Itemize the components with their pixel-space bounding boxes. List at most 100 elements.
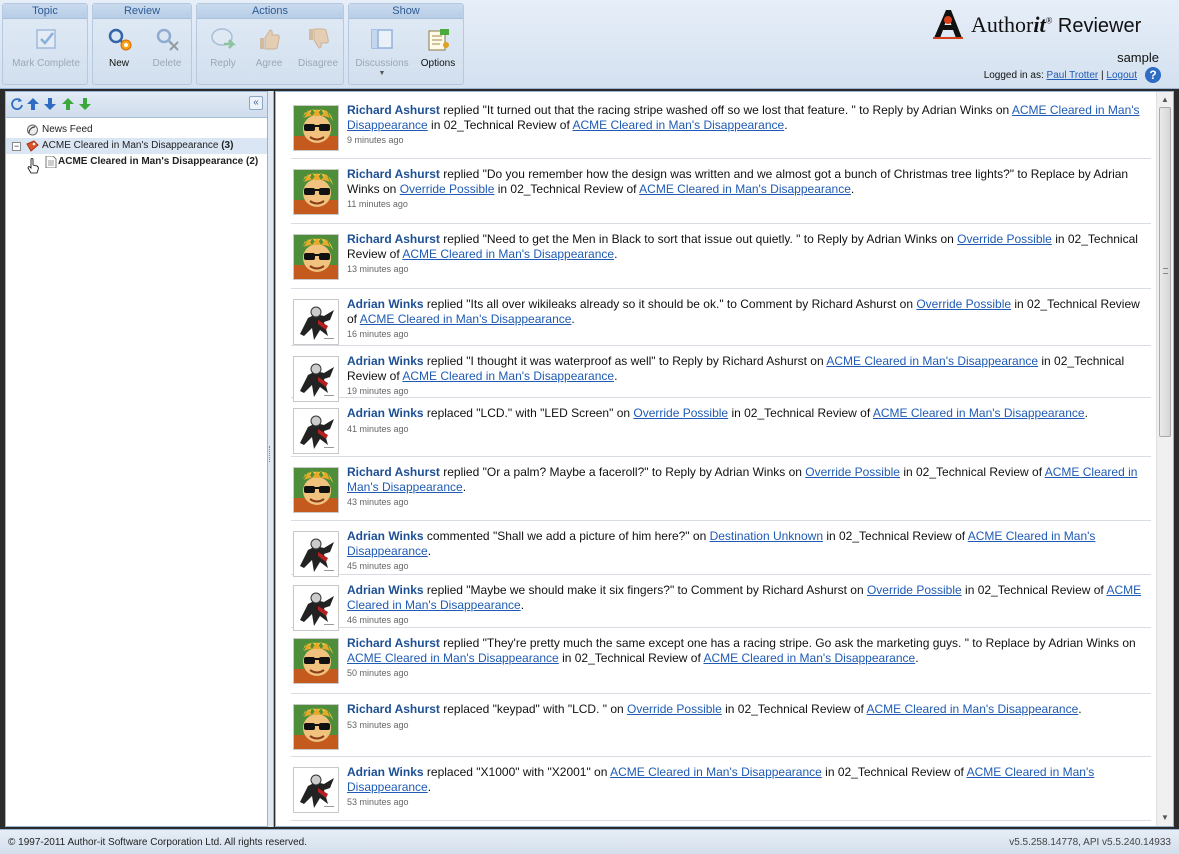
topic-link[interactable]: ACME Cleared in Man's Disappearance bbox=[347, 651, 559, 665]
topic-group-title: Topic bbox=[3, 4, 87, 19]
timestamp: 43 minutes ago bbox=[347, 497, 409, 507]
new-review-label: New bbox=[108, 58, 129, 69]
feed-scrollbar[interactable]: ▲ ▼ bbox=[1156, 92, 1173, 826]
feed-action-text: replaced "keypad" with "LCD. " on bbox=[439, 702, 628, 716]
topic-link[interactable]: Destination Unknown bbox=[710, 529, 823, 543]
scroll-up-icon[interactable]: ▲ bbox=[1157, 92, 1173, 108]
timestamp: 50 minutes ago bbox=[347, 668, 409, 678]
avatar bbox=[293, 638, 339, 684]
brand-name: Authorit® Reviewer bbox=[971, 12, 1142, 37]
tree-item-news-feed[interactable]: News Feed bbox=[6, 122, 267, 138]
topic-link[interactable]: Override Possible bbox=[633, 406, 728, 420]
feed-item: Adrian Winks replaced "LCD." with "LED S… bbox=[291, 398, 1151, 457]
refresh-icon[interactable] bbox=[10, 97, 24, 111]
timestamp: 45 minutes ago bbox=[347, 561, 409, 571]
richard-ashurst-avatar-icon bbox=[294, 235, 338, 279]
document-link[interactable]: ACME Cleared in Man's Disappearance bbox=[873, 406, 1085, 420]
document-link[interactable]: ACME Cleared in Man's Disappearance bbox=[402, 369, 614, 383]
feed-context-text: in 02_Technical Review of bbox=[427, 117, 573, 132]
feed-item: Adrian Winks replied "Maybe we should ma… bbox=[291, 575, 1151, 631]
author-name: Adrian Winks bbox=[347, 529, 424, 543]
mark-complete-label: Mark Complete bbox=[12, 58, 80, 69]
feed-context-text: in 02_Technical Review of bbox=[823, 529, 968, 543]
scrollbar-thumb[interactable] bbox=[1159, 107, 1171, 437]
delete-review-button[interactable]: Delete bbox=[147, 22, 187, 80]
previous-unread-icon[interactable] bbox=[61, 97, 75, 111]
author-name: Richard Ashurst bbox=[347, 103, 440, 117]
topic-link[interactable]: Override Possible bbox=[916, 297, 1011, 311]
document-link[interactable]: ACME Cleared in Man's Disappearance bbox=[402, 247, 614, 261]
adrian-winks-avatar-icon bbox=[294, 586, 338, 630]
discussions-button[interactable]: Discussions ▼ bbox=[353, 22, 411, 80]
topic-link[interactable]: Override Possible bbox=[805, 465, 900, 479]
topic-link[interactable]: Override Possible bbox=[627, 702, 722, 716]
tree-item-review[interactable]: − ACME Cleared in Man's Disappearance (3… bbox=[6, 138, 267, 154]
feed-item-text: Richard Ashurst replied "Do you remember… bbox=[347, 167, 1147, 212]
feed-item: Richard Ashurst replied "It turned out t… bbox=[291, 95, 1151, 159]
author-name: Adrian Winks bbox=[347, 297, 424, 311]
document-link[interactable]: ACME Cleared in Man's Disappearance bbox=[572, 118, 784, 132]
timestamp: 11 minutes ago bbox=[347, 199, 408, 209]
next-unread-icon[interactable] bbox=[78, 97, 92, 111]
richard-ashurst-avatar-icon bbox=[294, 106, 338, 150]
feed-context-text: in 02_Technical Review of bbox=[961, 583, 1107, 597]
feed-action-text: replied "They're pretty much the same ex… bbox=[439, 636, 1136, 650]
document-link[interactable]: ACME Cleared in Man's Disappearance bbox=[639, 182, 851, 196]
logout-link[interactable]: Logout bbox=[1106, 70, 1137, 81]
feed-item-text: Richard Ashurst replied "They're pretty … bbox=[347, 636, 1147, 681]
new-review-button[interactable]: New bbox=[99, 22, 139, 80]
timestamp: 53 minutes ago bbox=[347, 719, 409, 730]
feed-item-text: Richard Ashurst replied "Or a palm? Mayb… bbox=[347, 465, 1147, 510]
options-button[interactable]: Options bbox=[415, 22, 461, 80]
login-status: Logged in as: Paul Trotter | Logout bbox=[984, 70, 1137, 81]
reply-button[interactable]: Reply bbox=[201, 22, 245, 80]
options-icon bbox=[428, 29, 449, 51]
topic-link[interactable]: ACME Cleared in Man's Disappearance bbox=[610, 765, 822, 779]
disagree-button[interactable]: Disagree bbox=[295, 22, 341, 80]
feed-item: Richard Ashurst replied "Or a palm? Mayb… bbox=[291, 457, 1151, 521]
feed-context-text: in 02_Technical Review of bbox=[494, 181, 640, 196]
topic-link[interactable]: Override Possible bbox=[400, 182, 495, 196]
mark-complete-button[interactable]: Mark Complete bbox=[3, 22, 89, 80]
author-name: Richard Ashurst bbox=[347, 167, 440, 181]
richard-ashurst-avatar-icon bbox=[294, 468, 338, 512]
document-link[interactable]: ACME Cleared in Man's Disappearance bbox=[867, 702, 1079, 716]
toolbar: Topic Mark Complete Review New Delete Ac… bbox=[0, 0, 1179, 89]
avatar bbox=[293, 531, 339, 577]
feed-item-text: Adrian Winks replied "I thought it was w… bbox=[347, 354, 1147, 399]
document-link[interactable]: ACME Cleared in Man's Disappearance bbox=[703, 651, 915, 665]
feed-item-text: Richard Ashurst replied "It turned out t… bbox=[347, 103, 1147, 148]
topic-link[interactable]: Override Possible bbox=[957, 232, 1052, 246]
avatar bbox=[293, 408, 339, 454]
discussions-dropdown-icon[interactable]: ▼ bbox=[353, 70, 411, 77]
topic-link[interactable]: ACME Cleared in Man's Disappearance bbox=[826, 354, 1038, 368]
tree-item-topic[interactable]: ACME Cleared in Man's Disappearance (2) bbox=[6, 154, 267, 174]
splitter-grip[interactable] bbox=[269, 446, 272, 462]
show-group: Show Discussions ▼ Options bbox=[348, 3, 464, 85]
agree-button[interactable]: Agree bbox=[247, 22, 291, 80]
collapse-toggle-icon[interactable]: − bbox=[12, 142, 21, 151]
reply-icon bbox=[211, 28, 237, 49]
discussions-label: Discussions bbox=[355, 58, 409, 69]
copyright-text: © 1997-2011 Author-it Software Corporati… bbox=[8, 837, 308, 848]
panel-splitter[interactable] bbox=[268, 91, 274, 827]
document-link[interactable]: ACME Cleared in Man's Disappearance bbox=[360, 312, 572, 326]
feed-item: Richard Ashurst replied "Need to get the… bbox=[291, 224, 1151, 289]
user-name-link[interactable]: Paul Trotter bbox=[1047, 70, 1099, 81]
move-up-icon[interactable] bbox=[26, 97, 40, 111]
status-bar: © 1997-2011 Author-it Software Corporati… bbox=[0, 829, 1179, 854]
avatar bbox=[293, 704, 339, 750]
feed-item: Adrian Winks commented "Shall we add a p… bbox=[291, 521, 1151, 577]
avatar bbox=[293, 299, 339, 345]
avatar bbox=[293, 234, 339, 280]
scroll-down-icon[interactable]: ▼ bbox=[1157, 810, 1173, 826]
topic-link[interactable]: Override Possible bbox=[867, 583, 962, 597]
collapse-panel-button[interactable]: « bbox=[249, 96, 263, 110]
feed-action-text: replied "Or a palm? Maybe a faceroll?" t… bbox=[439, 465, 806, 479]
thumbs-down-icon bbox=[309, 28, 329, 49]
feed-action-text: replied "I thought it was waterproof as … bbox=[423, 354, 827, 368]
help-icon[interactable]: ? bbox=[1145, 67, 1161, 83]
review-package-icon bbox=[26, 140, 39, 152]
disagree-label: Disagree bbox=[297, 58, 339, 69]
move-down-icon[interactable] bbox=[43, 97, 57, 111]
